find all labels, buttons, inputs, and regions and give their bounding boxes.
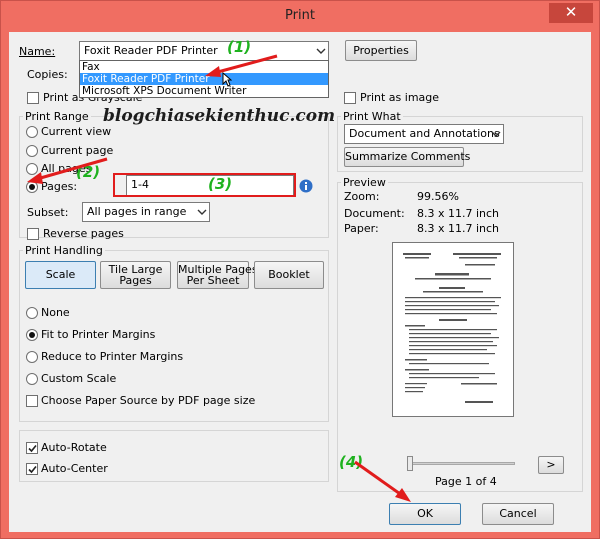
title-bar: Print ✕ [1,1,599,31]
dialog-body: Name: Foxit Reader PDF Printer Propertie… [9,32,591,532]
arrow-overlay-icon [27,54,411,502]
close-button[interactable]: ✕ [549,3,593,23]
window-title: Print [285,8,315,23]
print-dialog: Print ✕ Name: Foxit Reader PDF Printer P… [0,0,600,539]
mouse-cursor-icon [222,72,232,87]
